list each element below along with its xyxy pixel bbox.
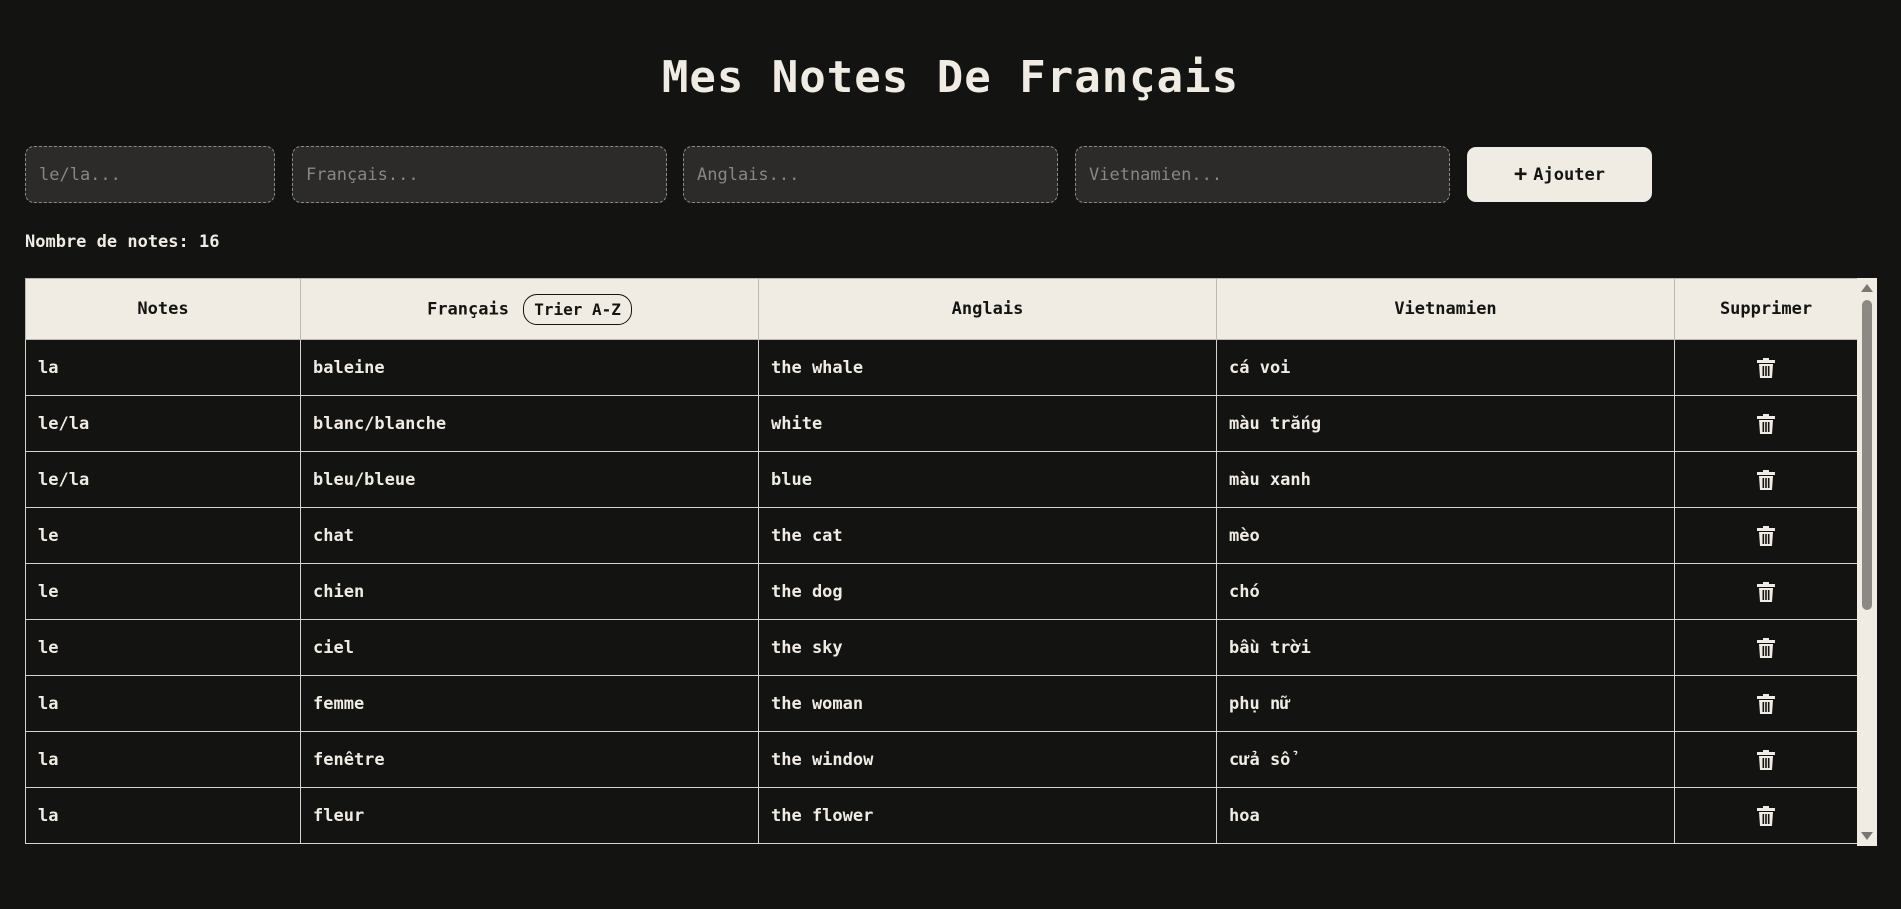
cell-french: baleine [300,339,759,396]
cell-delete [1674,675,1858,732]
header-english: Anglais [758,278,1217,340]
cell-english: the dog [758,563,1217,620]
scroll-up-icon[interactable] [1861,284,1873,292]
trash-icon[interactable] [1757,637,1775,658]
notes-table-container[interactable]: Notes Français Trier A-Z Anglais Vietnam… [25,278,1877,846]
sort-az-button[interactable]: Trier A-Z [523,293,632,325]
cell-vietnamese: chó [1216,563,1675,620]
table-header-row: Notes Français Trier A-Z Anglais Vietnam… [25,278,1858,340]
cell-english: the window [758,731,1217,788]
add-button[interactable]: + Ajouter [1467,147,1652,202]
cell-french: ciel [300,619,759,676]
cell-note: la [25,339,301,396]
cell-french: chat [300,507,759,564]
trash-icon[interactable] [1757,469,1775,490]
trash-icon[interactable] [1757,357,1775,378]
article-input[interactable] [25,146,275,203]
cell-english: the cat [758,507,1217,564]
cell-french: femme [300,675,759,732]
french-input[interactable] [292,146,667,203]
header-notes: Notes [25,278,301,340]
cell-note: la [25,787,301,844]
cell-vietnamese: màu xanh [1216,451,1675,508]
cell-english: blue [758,451,1217,508]
cell-delete [1674,507,1858,564]
cell-french: fleur [300,787,759,844]
table-row: le chat the cat mèo [25,507,1858,564]
cell-delete [1674,339,1858,396]
cell-note: le/la [25,395,301,452]
cell-english: white [758,395,1217,452]
cell-vietnamese: cửa sổ [1216,731,1675,788]
table-row: la fleur the flower hoa [25,787,1858,844]
trash-icon[interactable] [1757,581,1775,602]
page-title: Mes Notes De Français [661,52,1240,103]
header-french-label: Français [427,299,509,319]
cell-vietnamese: mèo [1216,507,1675,564]
trash-icon[interactable] [1757,693,1775,714]
cell-english: the sky [758,619,1217,676]
cell-note: le [25,619,301,676]
table-row: la femme the woman phụ nữ [25,675,1858,732]
cell-vietnamese: phụ nữ [1216,675,1675,732]
english-input[interactable] [683,146,1058,203]
trash-icon[interactable] [1757,749,1775,770]
cell-delete [1674,787,1858,844]
cell-delete [1674,731,1858,788]
cell-delete [1674,451,1858,508]
cell-french: chien [300,563,759,620]
table-row: la fenêtre the window cửa sổ [25,731,1858,788]
add-button-label: Ajouter [1533,164,1605,185]
trash-icon[interactable] [1757,805,1775,826]
vietnamese-input[interactable] [1075,146,1450,203]
header-french: Français Trier A-Z [300,278,759,340]
cell-note: le [25,507,301,564]
table-row: la baleine the whale cá voi [25,339,1858,396]
cell-french: fenêtre [300,731,759,788]
cell-vietnamese: màu trắng [1216,395,1675,452]
table-row: le/la bleu/bleue blue màu xanh [25,451,1858,508]
header-delete: Supprimer [1674,278,1858,340]
cell-vietnamese: bầu trời [1216,619,1675,676]
header-vietnamese: Vietnamien [1216,278,1675,340]
scroll-down-icon[interactable] [1861,832,1873,840]
cell-delete [1674,619,1858,676]
table-scrollbar[interactable] [1857,278,1877,846]
trash-icon[interactable] [1757,413,1775,434]
notes-table: Notes Français Trier A-Z Anglais Vietnam… [25,278,1858,844]
table-row: le chien the dog chó [25,563,1858,620]
cell-french: bleu/bleue [300,451,759,508]
cell-note: le [25,563,301,620]
cell-note: la [25,731,301,788]
cell-delete [1674,563,1858,620]
cell-delete [1674,395,1858,452]
cell-english: the woman [758,675,1217,732]
scroll-thumb[interactable] [1862,300,1872,610]
table-row: le ciel the sky bầu trời [25,619,1858,676]
cell-english: the whale [758,339,1217,396]
plus-icon: + [1514,161,1528,187]
cell-french: blanc/blanche [300,395,759,452]
cell-english: the flower [758,787,1217,844]
cell-vietnamese: cá voi [1216,339,1675,396]
notes-count: Nombre de notes: 16 [25,232,220,252]
cell-note: le/la [25,451,301,508]
trash-icon[interactable] [1757,525,1775,546]
cell-vietnamese: hoa [1216,787,1675,844]
cell-note: la [25,675,301,732]
table-row: le/la blanc/blanche white màu trắng [25,395,1858,452]
